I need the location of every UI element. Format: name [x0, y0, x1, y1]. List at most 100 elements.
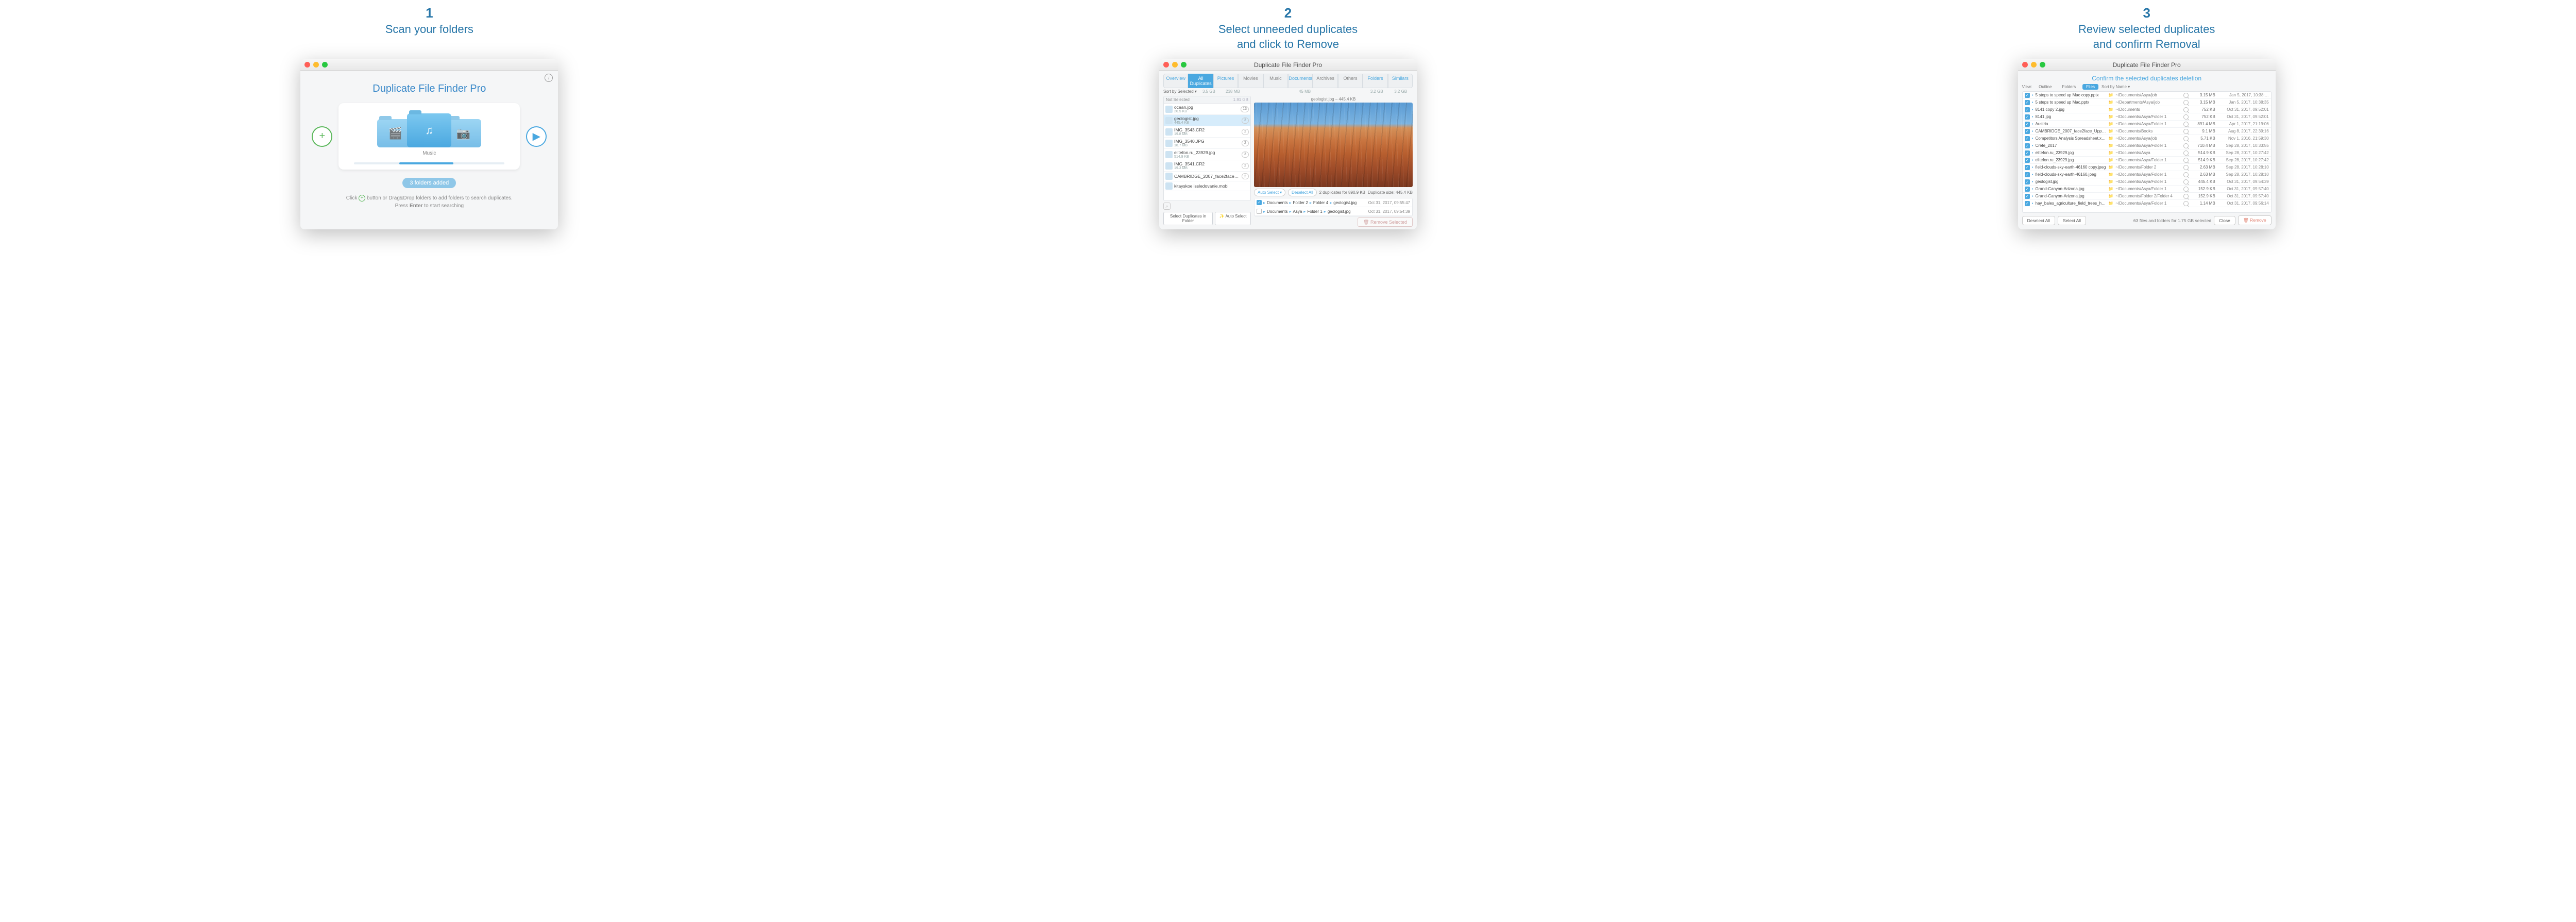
deselect-all-button[interactable]: Deselect All	[1288, 189, 1317, 196]
file-group-item[interactable]: IMG_3541.CR219.3 MB2	[1164, 160, 1250, 172]
remove-selected-button[interactable]: 🗑 Remove Selected	[1358, 217, 1413, 227]
checkbox[interactable]: ✓	[2025, 158, 2030, 163]
reveal-icon[interactable]	[2183, 93, 2189, 98]
checkbox[interactable]: ✓	[2025, 143, 2030, 148]
table-row[interactable]: ✓▪geologist.jpg📁~/Documents/Asya/Folder …	[2023, 178, 2271, 186]
auto-select-dropdown[interactable]: Auto Select ▾	[1254, 189, 1285, 196]
reveal-icon[interactable]	[2183, 143, 2189, 148]
checkbox[interactable]: ✓	[2025, 172, 2030, 177]
select-in-folder-button[interactable]: Select Duplicates in Folder	[1163, 212, 1213, 225]
view-tab-outline[interactable]: Outline	[2035, 84, 2055, 90]
reveal-icon[interactable]	[2183, 100, 2189, 105]
tab-similars[interactable]: Similars	[1388, 74, 1413, 88]
table-row[interactable]: ✓▪Grand-Canyon-Arizona.jpg📁~/Documents/F…	[2023, 193, 2271, 200]
checkbox[interactable]: ✓	[2025, 93, 2030, 98]
tab-overview[interactable]: Overview	[1163, 74, 1188, 88]
checkbox[interactable]: ✓	[2025, 179, 2030, 185]
tab-all-duplicates[interactable]: All Duplicates	[1188, 74, 1213, 88]
file-path: ~/Documents	[2115, 107, 2181, 112]
tab-others[interactable]: Others	[1338, 74, 1363, 88]
tab-music[interactable]: Music	[1263, 74, 1288, 88]
table-row[interactable]: ✓▪elitefon.ru_23929.jpg📁~/Documents/Asya…	[2023, 149, 2271, 157]
duplicate-path-row[interactable]: ▸ Documents ▸ Asya ▸ Folder 1 ▸ geologis…	[1255, 207, 1412, 216]
checkbox[interactable]: ✓	[2025, 194, 2030, 199]
file-group-item[interactable]: elitefon.ru_23929.jpg514.9 KB3	[1164, 149, 1250, 160]
reveal-icon[interactable]	[2183, 122, 2189, 127]
add-folder-button[interactable]: +	[312, 126, 332, 147]
table-row[interactable]: ✓▪Competitors Analysis Spreadsheet.xlsx📁…	[2023, 135, 2271, 142]
table-row[interactable]: ✓▪field-clouds-sky-earth-46160 copy.jpeg…	[2023, 164, 2271, 171]
folder-icon: ♫	[407, 113, 451, 147]
reveal-icon[interactable]	[2183, 201, 2189, 206]
checkbox[interactable]: ✓	[1257, 200, 1262, 205]
tab-archives[interactable]: Archives	[1313, 74, 1337, 88]
table-row[interactable]: ✓▪elitefon.ru_23929.jpg📁~/Documents/Asya…	[2023, 157, 2271, 164]
file-group-item[interactable]: CAMBRIDGE_2007_face2face_UpperInt…2	[1164, 172, 1250, 181]
file-path: ~/Documents/Asya/Folder 1	[2115, 172, 2181, 177]
close-button[interactable]: Close	[2214, 216, 2235, 225]
reveal-icon[interactable]	[2183, 187, 2189, 192]
duplicate-groups-list[interactable]: Not Selected 1.91 GB ocean.jpg20.5 KB13g…	[1163, 96, 1251, 201]
duplicate-path-row[interactable]: ✓▸ Documents ▸ Folder 2 ▸ Folder 4 ▸ geo…	[1255, 198, 1412, 207]
view-tab-files[interactable]: Files	[2082, 84, 2098, 90]
reveal-icon[interactable]	[2183, 165, 2189, 170]
checkbox[interactable]: ✓	[2025, 136, 2030, 141]
tab-folders[interactable]: Folders	[1363, 74, 1387, 88]
traffic-lights[interactable]	[304, 62, 328, 68]
table-row[interactable]: ✓▪field-clouds-sky-earth-46160.jpeg📁~/Do…	[2023, 171, 2271, 178]
file-group-item[interactable]: IMG_3543.CR219.8 MB2	[1164, 126, 1250, 138]
file-group-item[interactable]: kitayskoe issledovanie.mobi	[1164, 181, 1250, 191]
reveal-icon[interactable]	[2183, 194, 2189, 199]
table-row[interactable]: ✓▪Grand-Canyon-Arizona.jpg📁~/Documents/A…	[2023, 186, 2271, 193]
checkbox[interactable]: ✓	[2025, 187, 2030, 192]
tab-documents[interactable]: Documents	[1288, 74, 1313, 88]
confirm-table[interactable]: ✓▪5 steps to speed up Mac copy.pptx📁~/Do…	[2022, 91, 2272, 213]
table-row[interactable]: ✓▪5 steps to speed up Mac copy.pptx📁~/Do…	[2023, 92, 2271, 99]
table-row[interactable]: ✓▪Austria📁~/Documents/Asya/Folder 1891.4…	[2023, 121, 2271, 128]
table-row[interactable]: ✓▪8141 copy 2.jpg📁~/Documents752 KBOct 3…	[2023, 106, 2271, 113]
minimize-icon[interactable]	[313, 62, 319, 68]
reveal-icon[interactable]	[2183, 150, 2189, 156]
table-row[interactable]: ✓▪5 steps to speed up Mac.pptx📁~/Departm…	[2023, 99, 2271, 106]
file-group-item[interactable]: ocean.jpg20.5 KB13	[1164, 104, 1250, 115]
reveal-icon[interactable]	[2183, 136, 2189, 141]
checkbox[interactable]: ✓	[2025, 100, 2030, 105]
table-row[interactable]: ✓▪CAMBRIDGE_2007_face2face_UpperInt…📁~/D…	[2023, 128, 2271, 135]
file-group-item[interactable]: IMG_3540.JPG18.7 MB2	[1164, 138, 1250, 149]
reveal-icon[interactable]	[2183, 129, 2189, 134]
sort-selector[interactable]: Sort by Name ▾	[2102, 85, 2130, 89]
reveal-icon[interactable]	[2183, 179, 2189, 185]
select-all-button[interactable]: Select All	[2058, 216, 2086, 225]
file-name: hay_bales_agriculture_field_trees_house…	[2036, 201, 2107, 206]
checkbox[interactable]: ✓	[2025, 165, 2030, 170]
info-icon[interactable]: i	[545, 74, 553, 82]
checkbox[interactable]: ✓	[2025, 122, 2030, 127]
table-row[interactable]: ✓▪8141.jpg📁~/Documents/Asya/Folder 1752 …	[2023, 113, 2271, 121]
table-row[interactable]: ✓▪hay_bales_agriculture_field_trees_hous…	[2023, 200, 2271, 207]
auto-select-button[interactable]: ✨ Auto Select	[1215, 212, 1251, 225]
checkbox[interactable]	[1257, 209, 1262, 214]
tab-movies[interactable]: Movies	[1238, 74, 1263, 88]
reveal-icon[interactable]	[2183, 114, 2189, 120]
remove-button[interactable]: 🗑 Remove	[2238, 215, 2272, 225]
tab-pictures[interactable]: Pictures	[1213, 74, 1238, 88]
deselect-all-button[interactable]: Deselect All	[2022, 216, 2055, 225]
start-scan-button[interactable]: ▶	[526, 126, 547, 147]
checkbox[interactable]: ✓	[2025, 150, 2030, 156]
reveal-icon[interactable]	[2183, 158, 2189, 163]
checkbox[interactable]: ✓	[2025, 201, 2030, 206]
close-icon[interactable]	[304, 62, 310, 68]
checkbox[interactable]: ✓	[2025, 129, 2030, 134]
search-icon[interactable]: ⌕	[1163, 203, 1171, 210]
reveal-icon[interactable]	[2183, 172, 2189, 177]
checkbox[interactable]: ✓	[2025, 107, 2030, 112]
count-badge: 2	[1242, 173, 1249, 179]
file-thumb-icon	[1165, 140, 1173, 147]
table-row[interactable]: ✓▪Crete_2017📁~/Documents/Asya/Folder 171…	[2023, 142, 2271, 149]
zoom-icon[interactable]	[322, 62, 328, 68]
view-tab-folders[interactable]: Folders	[2058, 84, 2079, 90]
checkbox[interactable]: ✓	[2025, 114, 2030, 120]
sort-selector[interactable]: Sort by Selected ▾	[1163, 89, 1197, 94]
file-group-item[interactable]: geologist.jpg445.4 KB2	[1164, 115, 1250, 126]
reveal-icon[interactable]	[2183, 107, 2189, 112]
